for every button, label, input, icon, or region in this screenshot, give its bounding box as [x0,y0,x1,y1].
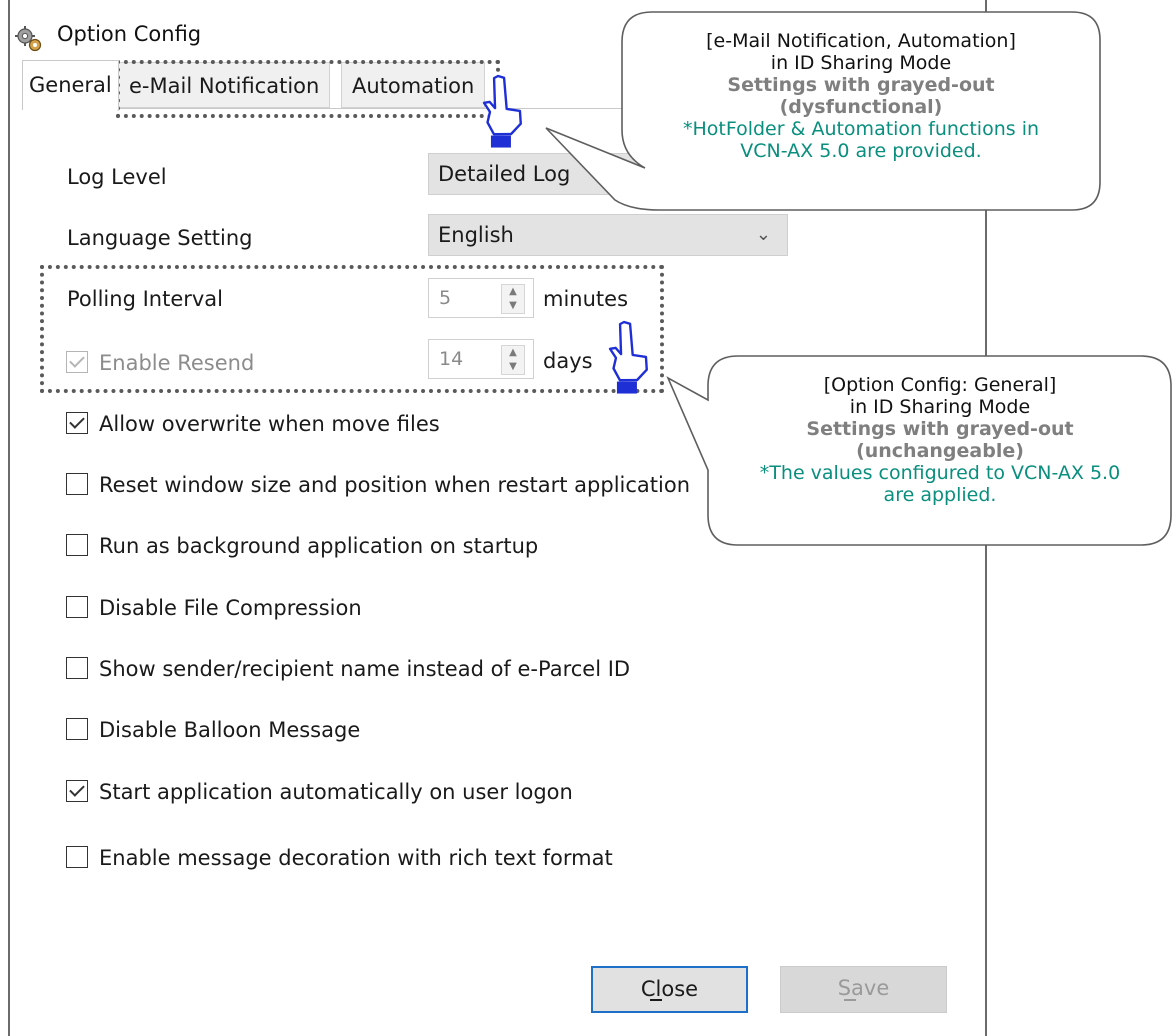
bottom-callout-text: [Option Config: General] in ID Sharing M… [712,374,1168,506]
top-callout-line6: VCN-AX 5.0 are provided. [740,140,982,162]
bottom-callout-line1: [Option Config: General] [823,374,1057,396]
top-callout-line4: (dysfunctional) [779,96,943,118]
bottom-callout-line2: in ID Sharing Mode [849,396,1031,418]
bottom-callout-line5: *The values configured to VCN-AX 5.0 [759,462,1121,484]
top-callout-line3: Settings with grayed-out [727,74,995,96]
tab-general[interactable]: General [22,60,119,110]
bottom-callout-line3: Settings with grayed-out [806,418,1074,440]
pointing-hand-icon [608,320,648,394]
top-callout-line1: [e-Mail Notification, Automation] [706,30,1016,52]
bottom-callout-line4: (unchangeable) [856,440,1024,462]
top-callout-text: [e-Mail Notification, Automation] in ID … [628,30,1094,162]
top-callout-line5: *HotFolder & Automation functions in [682,118,1040,140]
bottom-callout-line6: are applied. [883,484,997,506]
top-callout-line2: in ID Sharing Mode [770,52,952,74]
pointing-hand-icon [482,74,522,148]
